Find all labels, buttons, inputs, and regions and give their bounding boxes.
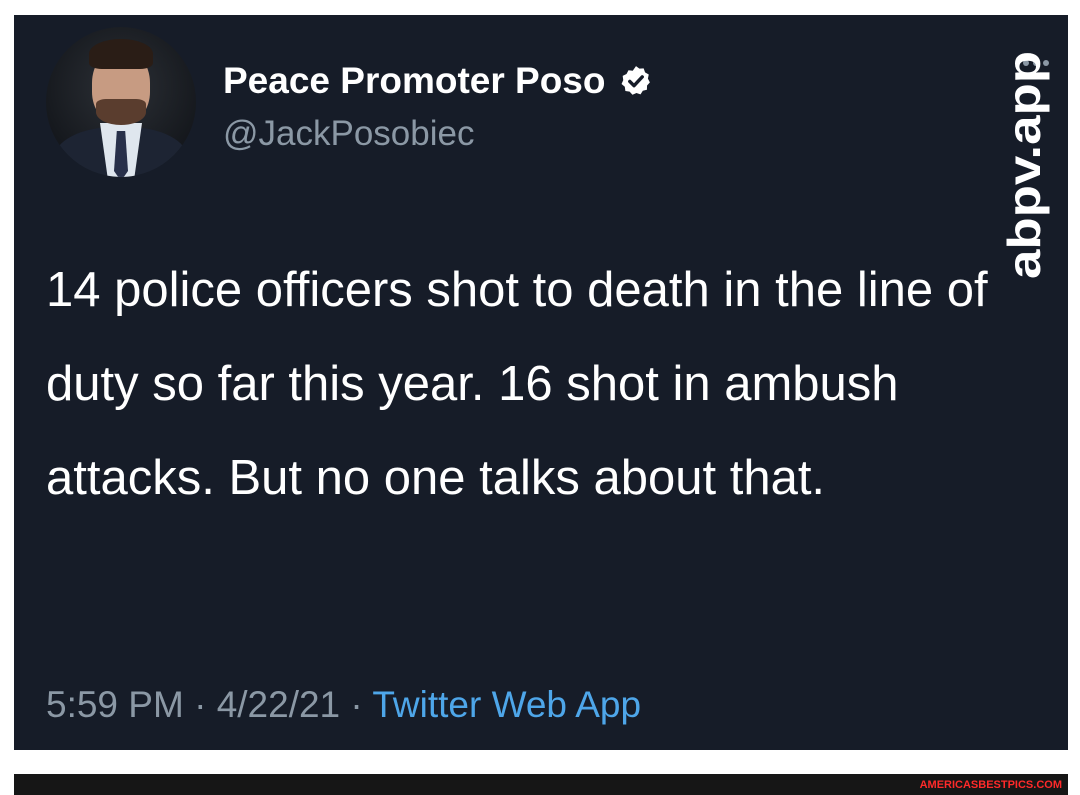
avatar-hair bbox=[89, 39, 153, 69]
tweet-source-link[interactable]: Twitter Web App bbox=[372, 684, 641, 725]
tweet-time[interactable]: 5:59 PM bbox=[46, 684, 184, 725]
meta-separator: · bbox=[183, 684, 217, 725]
tweet-meta: 5:59 PM · 4/22/21 · Twitter Web App bbox=[46, 682, 641, 728]
display-name[interactable]: Peace Promoter Poso bbox=[223, 59, 605, 103]
verified-badge-icon bbox=[622, 66, 651, 95]
footer-bar: AMERICASBESTPICS.COM bbox=[14, 774, 1068, 795]
watermark: abpv.app bbox=[1002, 51, 1050, 279]
tweet-card: Peace Promoter Poso @JackPosobiec 14 pol… bbox=[14, 15, 1068, 750]
footer-credit[interactable]: AMERICASBESTPICS.COM bbox=[920, 778, 1062, 792]
tweet-text: 14 police officers shot to death in the … bbox=[46, 263, 988, 505]
user-handle[interactable]: @JackPosobiec bbox=[223, 113, 474, 155]
meta-separator: · bbox=[340, 684, 373, 725]
tweet-date[interactable]: 4/22/21 bbox=[217, 684, 340, 725]
watermark-text: abpv.app bbox=[1002, 51, 1050, 279]
avatar[interactable] bbox=[46, 27, 196, 177]
display-name-row[interactable]: Peace Promoter Poso bbox=[223, 59, 653, 103]
avatar-beard bbox=[96, 99, 146, 125]
